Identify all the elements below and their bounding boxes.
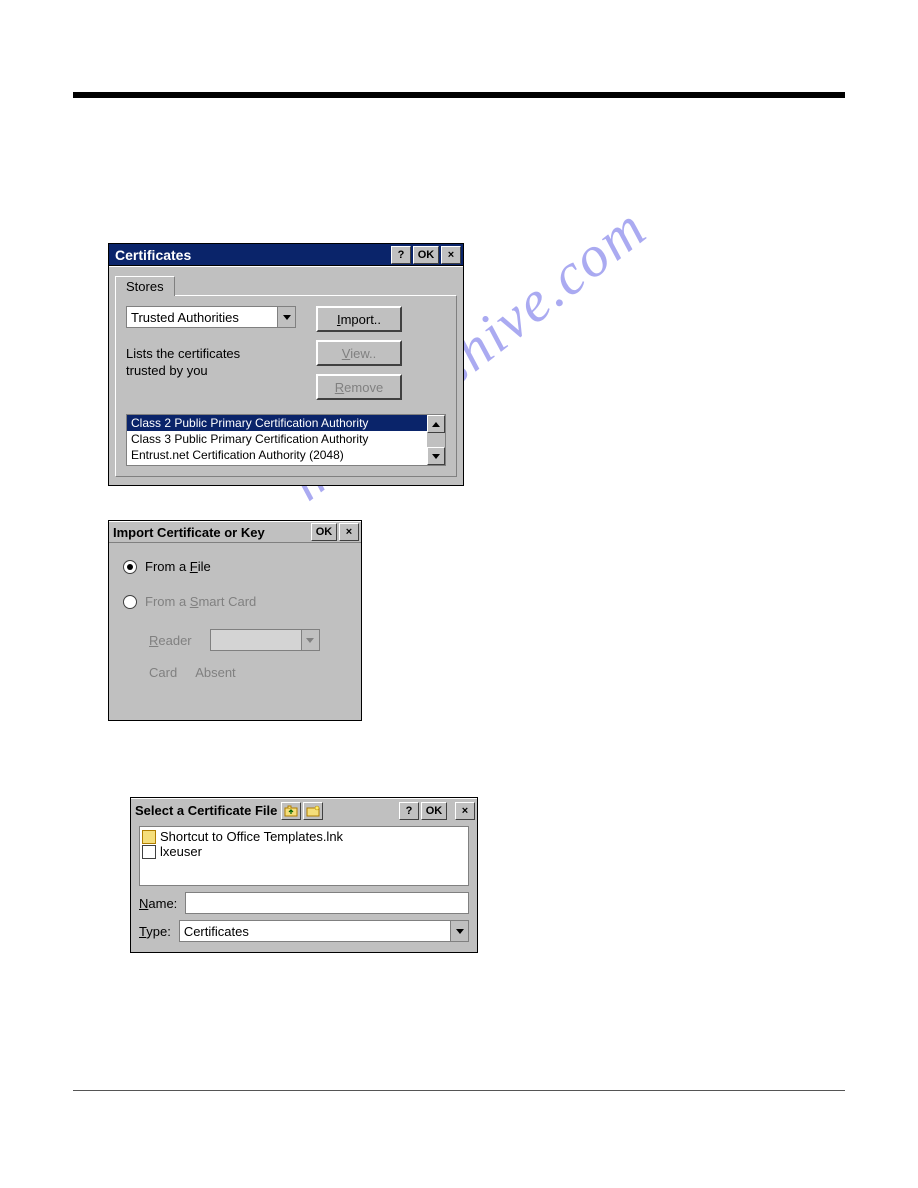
chevron-down-icon (456, 929, 464, 934)
name-input[interactable] (185, 892, 469, 914)
certificate-file-icon (142, 845, 156, 859)
radio-from-file[interactable]: From a File (123, 559, 347, 574)
close-button[interactable]: × (455, 802, 475, 820)
type-label: Type: (139, 924, 171, 939)
card-value: Absent (195, 665, 235, 680)
close-icon: × (346, 526, 352, 538)
radio-from-smartcard[interactable]: From a Smart Card (123, 594, 347, 609)
chevron-down-icon (432, 454, 440, 459)
folder-shortcut-icon (142, 830, 156, 844)
import-label-rest: mport.. (341, 312, 381, 327)
chevron-down-icon (283, 315, 291, 320)
scroll-up-button[interactable] (427, 415, 445, 433)
list-item[interactable]: Shortcut to Office Templates.lnk (142, 829, 466, 844)
reader-label: Reader (149, 633, 192, 648)
help-label: ? (406, 805, 413, 817)
type-value: Certificates (184, 924, 249, 939)
tab-stores[interactable]: Stores (115, 276, 175, 296)
view-button[interactable]: View.. (316, 340, 402, 366)
dropdown-value: Trusted Authorities (131, 310, 239, 325)
certificates-dialog: Certificates ? OK × Stores Trusted Autho… (108, 243, 464, 486)
certificates-title: Certificates (115, 247, 191, 263)
ok-label: OK (316, 526, 333, 538)
list-item[interactable]: lxeuser (142, 844, 466, 859)
dropdown-arrow[interactable] (277, 307, 295, 327)
radio-icon (123, 595, 137, 609)
dropdown-arrow (301, 630, 319, 650)
dropdown-arrow[interactable] (450, 921, 468, 941)
authority-dropdown[interactable]: Trusted Authorities (126, 306, 296, 328)
name-label: Name: (139, 896, 177, 911)
help-label: ? (398, 249, 405, 261)
list-item[interactable]: Entrust.net Certification Authority (204… (127, 447, 427, 463)
import-cert-dialog: Import Certificate or Key OK × From a Fi… (108, 520, 362, 721)
chevron-down-icon (306, 638, 314, 643)
close-icon: × (462, 805, 468, 817)
close-button[interactable]: × (339, 523, 359, 541)
ok-label: OK (426, 805, 443, 817)
list-item[interactable]: Class 3 Public Primary Certification Aut… (127, 431, 427, 447)
file-name: lxeuser (160, 844, 202, 859)
import-cert-titlebar: Import Certificate or Key OK × (109, 521, 361, 543)
help-button[interactable]: ? (391, 246, 411, 264)
certificate-listbox[interactable]: Class 2 Public Primary Certification Aut… (126, 414, 446, 466)
file-name: Shortcut to Office Templates.lnk (160, 829, 343, 844)
chevron-up-icon (432, 422, 440, 427)
ok-button[interactable]: OK (413, 246, 439, 264)
select-file-titlebar: Select a Certificate File ? OK × (131, 798, 477, 822)
ok-button[interactable]: OK (311, 523, 337, 541)
close-icon: × (448, 249, 454, 261)
header-rule (73, 92, 845, 98)
new-folder-icon[interactable] (303, 802, 323, 820)
scroll-down-button[interactable] (427, 447, 445, 465)
ok-button[interactable]: OK (421, 802, 447, 820)
import-button[interactable]: Import.. (316, 306, 402, 332)
listbox-scrollbar[interactable] (427, 415, 445, 465)
type-dropdown[interactable]: Certificates (179, 920, 469, 942)
up-folder-icon[interactable] (281, 802, 301, 820)
close-button[interactable]: × (441, 246, 461, 264)
description-text: Lists the certificates trusted by you (126, 346, 296, 380)
radio-from-smartcard-label: From a Smart Card (145, 594, 256, 609)
help-button[interactable]: ? (399, 802, 419, 820)
tab-label: Stores (126, 279, 164, 294)
footer-rule (73, 1090, 845, 1091)
list-item[interactable]: Class 2 Public Primary Certification Aut… (127, 415, 427, 431)
import-cert-title: Import Certificate or Key (113, 525, 265, 540)
file-list[interactable]: Shortcut to Office Templates.lnk lxeuser (139, 826, 469, 886)
card-label: Card (149, 665, 177, 680)
reader-dropdown (210, 629, 320, 651)
remove-button[interactable]: Remove (316, 374, 402, 400)
radio-from-file-label: From a File (145, 559, 211, 574)
certificates-titlebar: Certificates ? OK × (109, 244, 463, 266)
select-file-title: Select a Certificate File (135, 803, 277, 818)
select-cert-file-dialog: Select a Certificate File ? OK × Shortcu… (130, 797, 478, 953)
radio-icon (123, 560, 137, 574)
ok-label: OK (418, 249, 435, 261)
